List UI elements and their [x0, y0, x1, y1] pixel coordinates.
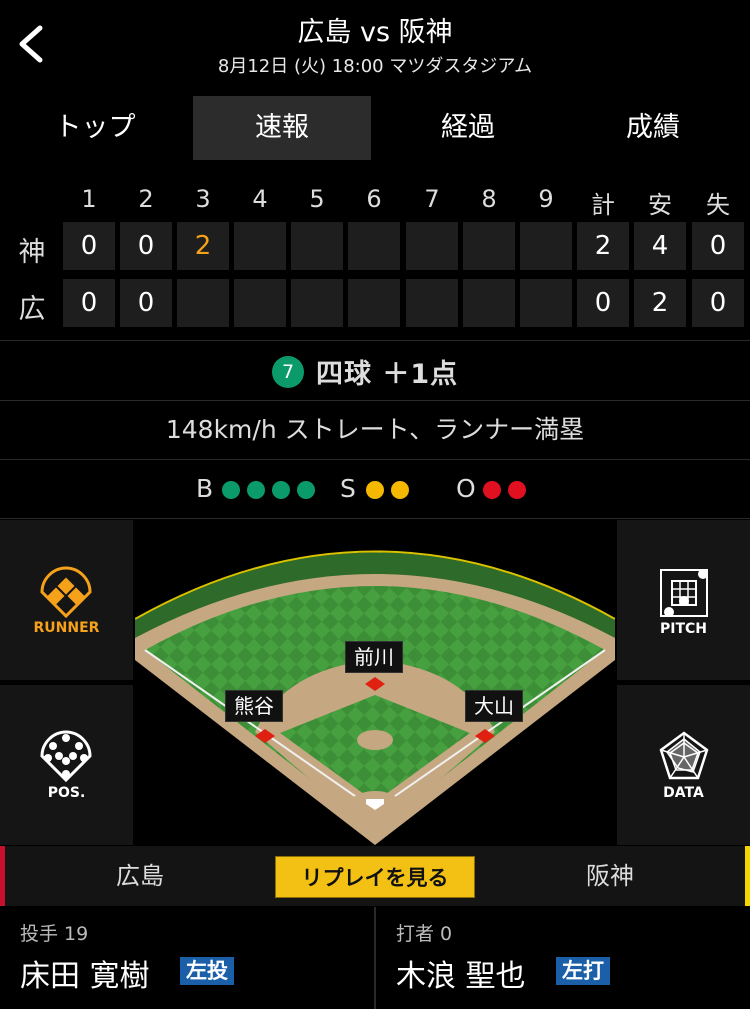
score-cell: [234, 279, 286, 327]
pos-label: POS.: [47, 785, 86, 801]
strike-dot: [366, 481, 384, 499]
home-team-tab[interactable]: 広島: [0, 846, 275, 906]
score-cell: 2: [177, 222, 229, 270]
scoreboard-header: 6: [366, 185, 382, 213]
scoreboard-team-label: 広: [18, 294, 46, 325]
score-cell: 0: [63, 222, 115, 270]
batter-hand-badge: 左打: [556, 957, 610, 985]
matchup-panel: 投手 19 床田 寛樹 左投 打者 0 木浪 聖也 左打: [0, 907, 750, 1009]
ball-dot: [272, 481, 290, 499]
runner-first-base-marker: [475, 729, 495, 743]
pitcher-name: 床田 寛樹: [20, 959, 150, 994]
game-subtitle: 8月12日 (火) 18:00 マツダスタジアム: [217, 56, 533, 77]
out-dot: [483, 481, 501, 499]
play-result-text: 四球 ＋1点: [316, 359, 459, 390]
score-cell: [234, 222, 286, 270]
strike-label: S: [340, 474, 356, 503]
radar-chart-icon: [659, 731, 709, 780]
runner-first-name[interactable]: 大山: [465, 690, 523, 722]
score-cell: [348, 279, 400, 327]
scoreboard-header: 2: [138, 185, 154, 213]
pitcher-role: 投手 19: [20, 923, 89, 945]
positions-icon: [40, 730, 92, 783]
scoreboard-header: 3: [195, 185, 211, 213]
runner-button[interactable]: RUNNER: [0, 520, 133, 680]
replay-button[interactable]: リプレイを見る: [275, 856, 475, 898]
header-bar: 広島 vs 阪神 8月12日 (火) 18:00 マツダスタジアム: [0, 0, 750, 90]
out-label: O: [456, 474, 476, 503]
team-bar: 広島 リプレイを見る 阪神: [0, 846, 750, 906]
score-cell: 2: [634, 279, 686, 327]
score-cell: [463, 222, 515, 270]
score-cell: [406, 279, 458, 327]
scoreboard-header: 8: [481, 185, 497, 213]
divider: [0, 518, 750, 519]
score-cell: [520, 222, 572, 270]
game-title: 広島 vs 阪神: [297, 17, 453, 48]
tab-stats[interactable]: 成績: [564, 96, 742, 160]
pitch-button[interactable]: PITCH: [617, 520, 750, 680]
score-cell: [406, 222, 458, 270]
score-cell: 0: [692, 222, 744, 270]
score-cell: 0: [120, 279, 172, 327]
play-summary: 7 四球 ＋1点: [0, 342, 750, 400]
scoreboard-header: 7: [424, 185, 440, 213]
score-cell: 4: [634, 222, 686, 270]
play-description: 148km/h ストレート、ランナー満塁: [165, 415, 585, 444]
batter-name: 木浪 聖也: [396, 959, 526, 994]
runner-diamond-icon: [40, 566, 92, 619]
runner-second-base-marker: [365, 677, 385, 691]
data-label: DATA: [663, 785, 704, 801]
away-team-tab[interactable]: 阪神: [475, 846, 750, 906]
score-cell: [520, 279, 572, 327]
pitch-grid-icon: [660, 569, 708, 617]
tab-live[interactable]: 速報: [193, 96, 371, 160]
score-cell: [463, 279, 515, 327]
runner-third-base-marker: [255, 729, 275, 743]
ball-dot: [247, 481, 265, 499]
score-cell: [291, 222, 343, 270]
scoreboard-header: 1: [81, 185, 97, 213]
divider: [0, 340, 750, 341]
pitcher-card[interactable]: 投手 19 床田 寛樹 左投: [0, 907, 374, 1009]
pitch-label: PITCH: [659, 621, 707, 637]
out-dot: [508, 481, 526, 499]
scoreboard-header: 4: [252, 185, 268, 213]
tab-top[interactable]: トップ: [6, 96, 184, 160]
batter-role: 打者 0: [396, 923, 453, 945]
scoreboard-team-label: 神: [18, 237, 46, 268]
score-cell: 0: [692, 279, 744, 327]
score-cell: 0: [120, 222, 172, 270]
score-cell: [291, 279, 343, 327]
pitcher-hand-badge: 左投: [180, 957, 234, 985]
field-area: RUNNER POS. PITCH DATA 前川 熊谷 大山: [0, 520, 750, 845]
strike-dot: [391, 481, 409, 499]
tab-bar: トップ 速報 経過 成績: [0, 90, 750, 168]
scoreboard-header: 計: [591, 191, 615, 219]
scoreboard: 123456789計安失神002240広00020: [0, 175, 750, 335]
runner-third-name[interactable]: 熊谷: [225, 690, 283, 722]
score-cell: [177, 279, 229, 327]
score-cell: 0: [63, 279, 115, 327]
runner-label: RUNNER: [33, 620, 100, 636]
scoreboard-header: 9: [538, 185, 554, 213]
ball-label: B: [196, 474, 214, 503]
ball-count: B S O: [0, 460, 750, 518]
runner-second-name[interactable]: 前川: [345, 641, 403, 673]
scoreboard-header: 安: [648, 191, 672, 219]
ball-dot: [297, 481, 315, 499]
batter-card[interactable]: 打者 0 木浪 聖也 左打: [376, 907, 750, 1009]
scoreboard-header: 失: [706, 191, 730, 219]
score-cell: 2: [577, 222, 629, 270]
score-cell: 0: [577, 279, 629, 327]
ball-dot: [222, 481, 240, 499]
score-cell: [348, 222, 400, 270]
data-button[interactable]: DATA: [617, 685, 750, 845]
play-number-badge: 7: [272, 356, 304, 388]
scoreboard-header: 5: [309, 185, 325, 213]
tab-progress[interactable]: 経過: [379, 96, 557, 160]
pos-button[interactable]: POS.: [0, 685, 133, 845]
